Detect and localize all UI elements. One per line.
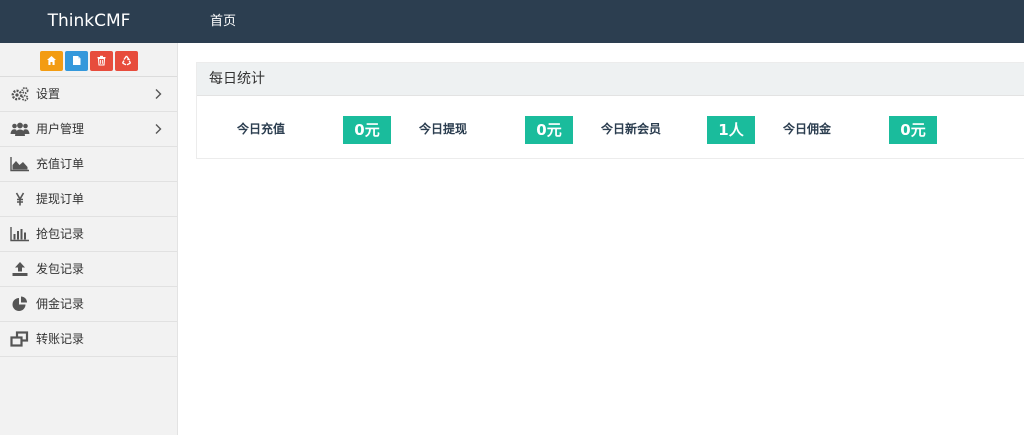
brand-logo[interactable]: ThinkCMF: [0, 0, 178, 43]
chevron-right-icon: [155, 124, 162, 134]
sidebar: 设置 用户管理 充值订单 提现订单 抢包记录 发包记录 佣金记录 转账记录: [0, 43, 178, 435]
daily-stats-panel: 每日统计 今日充值 0元 今日提现 0元 今日新会员 1人 今日佣金 0元: [196, 62, 1024, 159]
sidebar-item-commission-records[interactable]: 佣金记录: [0, 287, 177, 322]
shortcut-bar: [0, 43, 177, 77]
sidebar-item-transfer-records[interactable]: 转账记录: [0, 322, 177, 357]
users-icon: [10, 122, 30, 136]
stat-value-commission: 0元: [889, 116, 937, 144]
chevron-right-icon: [155, 89, 162, 99]
sidebar-item-label: 佣金记录: [36, 297, 85, 311]
stat-label-withdraw: 今日提现: [419, 122, 468, 136]
sidebar-item-withdraw-orders[interactable]: 提现订单: [0, 182, 177, 217]
trash-shortcut-button[interactable]: [89, 51, 113, 71]
gears-icon: [11, 87, 29, 102]
sidebar-item-recharge-orders[interactable]: 充值订单: [0, 147, 177, 182]
stat-label-new-members: 今日新会员: [601, 122, 662, 136]
panel-title: 每日统计: [197, 63, 1024, 96]
trash-icon: [97, 55, 105, 66]
sidebar-item-grab-records[interactable]: 抢包记录: [0, 217, 177, 252]
bar-chart-icon: [10, 227, 29, 242]
file-icon: [72, 56, 80, 65]
stat-label-recharge: 今日充值: [237, 122, 286, 136]
main-content: 每日统计 今日充值 0元 今日提现 0元 今日新会员 1人 今日佣金 0元: [178, 43, 1024, 435]
yen-icon: [15, 192, 25, 206]
upload-icon: [12, 262, 28, 276]
home-shortcut-button[interactable]: [39, 51, 63, 71]
clone-icon: [10, 331, 29, 347]
recycle-shortcut-button[interactable]: [114, 51, 138, 71]
sidebar-item-label: 转账记录: [36, 332, 85, 346]
sidebar-item-user-management[interactable]: 用户管理: [0, 112, 177, 147]
nav-home-link[interactable]: 首页: [210, 0, 236, 43]
sidebar-item-label: 用户管理: [36, 122, 85, 136]
area-chart-icon: [10, 157, 29, 172]
sidebar-item-label: 充值订单: [36, 157, 85, 171]
stat-label-commission: 今日佣金: [783, 122, 832, 136]
stat-value-new-members: 1人: [707, 116, 755, 144]
sidebar-item-label: 提现订单: [36, 192, 85, 206]
file-shortcut-button[interactable]: [64, 51, 88, 71]
pie-chart-icon: [12, 296, 27, 311]
recycle-icon: [121, 55, 131, 66]
stat-value-recharge: 0元: [343, 116, 391, 144]
sidebar-item-settings[interactable]: 设置: [0, 77, 177, 112]
sidebar-item-label: 抢包记录: [36, 227, 85, 241]
home-icon: [46, 56, 56, 65]
top-navbar: ThinkCMF 首页: [0, 0, 1024, 43]
sidebar-item-label: 发包记录: [36, 262, 85, 276]
sidebar-item-label: 设置: [36, 87, 61, 101]
stat-value-withdraw: 0元: [525, 116, 573, 144]
sidebar-item-send-records[interactable]: 发包记录: [0, 252, 177, 287]
